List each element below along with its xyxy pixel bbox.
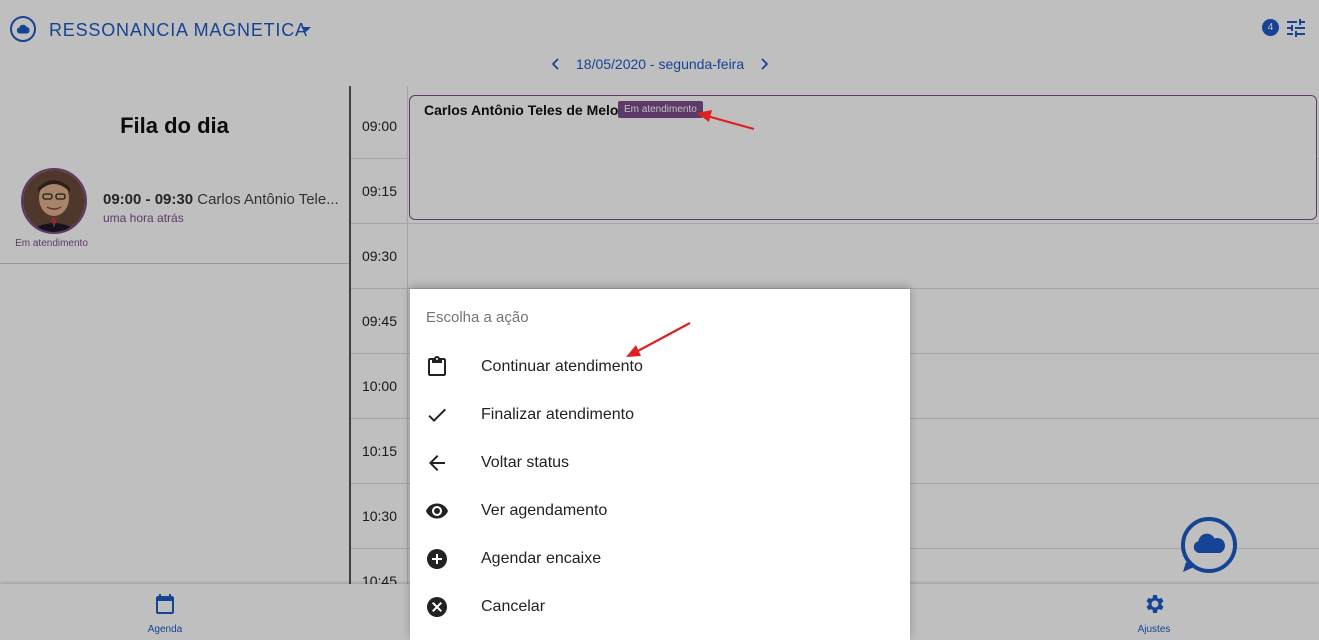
action-label: Finalizar atendimento [481,406,634,423]
action-label: Continuar atendimento [481,358,643,375]
clipboard-icon [425,355,449,379]
arrow-left-icon [425,451,449,475]
action-label: Cancelar [481,598,546,615]
action-revert-status[interactable]: Voltar status [410,439,910,487]
check-icon [425,403,449,427]
action-finish-service[interactable]: Finalizar atendimento [410,391,910,439]
action-schedule-fit-in[interactable]: Agendar encaixe [410,535,910,583]
eye-icon [425,499,449,523]
action-view-appointment[interactable]: Ver agendamento [410,487,910,535]
action-bottom-sheet: Escolha a ação Continuar atendimento Fin… [410,289,910,640]
action-cancel[interactable]: Cancelar [410,583,910,631]
action-continue-service[interactable]: Continuar atendimento [410,343,910,391]
plus-circle-icon [425,547,449,571]
action-label: Voltar status [481,454,570,471]
sheet-title: Escolha a ação [426,309,529,326]
action-label: Ver agendamento [481,502,608,519]
action-label: Agendar encaixe [481,550,602,567]
close-circle-icon [425,595,449,619]
